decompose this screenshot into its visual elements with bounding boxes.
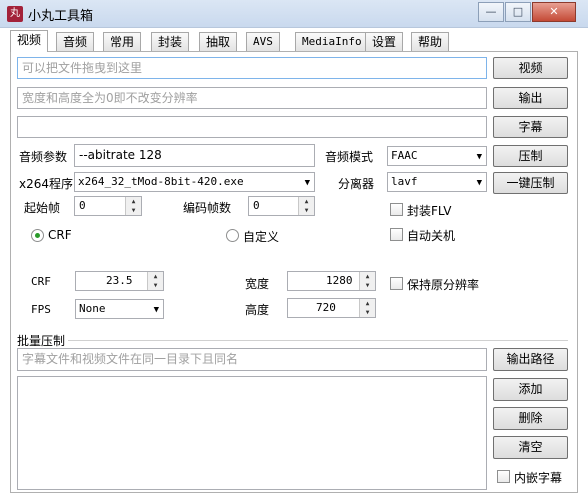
window-title: 小丸工具箱 — [28, 9, 94, 24]
batch-file-list[interactable] — [17, 376, 487, 490]
video-file-input[interactable]: 可以把文件拖曳到这里 — [17, 57, 487, 79]
output-file-input[interactable]: 宽度和高度全为0即不改变分辨率 — [17, 87, 487, 109]
video-button[interactable]: 视频 — [493, 57, 568, 79]
x264-program-value: x264_32_tMod-8bit-420.exe — [78, 175, 244, 188]
splitter-value: lavf — [391, 175, 418, 188]
close-button[interactable]: ✕ — [532, 2, 576, 22]
crf-stepper[interactable]: 23.5 ▲ ▼ — [75, 271, 164, 291]
embed-subtitle-checkbox[interactable] — [497, 470, 510, 483]
splitter-select[interactable]: lavf ▼ — [387, 172, 487, 192]
encode-frames-stepper[interactable]: 0 ▲ ▼ — [248, 196, 315, 216]
minimize-button[interactable]: — — [478, 2, 504, 22]
auto-shutdown-label: 自动关机 — [407, 229, 456, 243]
crf-radio-label: CRF — [48, 228, 72, 242]
custom-radio[interactable] — [226, 229, 239, 242]
delete-button[interactable]: 删除 — [493, 407, 568, 430]
subtitle-button[interactable]: 字幕 — [493, 116, 568, 138]
height-value: 720 — [316, 301, 336, 314]
output-path-button[interactable]: 输出路径 — [493, 348, 568, 371]
crf-label: CRF — [31, 275, 51, 288]
fps-select[interactable]: None ▼ — [75, 299, 164, 319]
tab-video[interactable]: 视频 — [10, 30, 49, 52]
app-logo-icon: 丸 — [7, 6, 23, 22]
audio-params-label: 音频参数 — [19, 150, 68, 164]
audio-mode-value: FAAC — [391, 149, 418, 162]
chevron-down-icon: ▼ — [153, 305, 159, 315]
tab-audio[interactable]: 音频 — [56, 32, 95, 51]
tab-common[interactable]: 常用 — [103, 32, 142, 51]
stepper-arrows-icon[interactable]: ▲ ▼ — [147, 272, 163, 290]
compress-button[interactable]: 压制 — [493, 145, 568, 167]
encode-frames-value: 0 — [253, 199, 260, 212]
stepper-arrows-icon[interactable]: ▲ ▼ — [359, 272, 375, 290]
mux-flv-checkbox[interactable] — [390, 203, 403, 216]
clear-button[interactable]: 清空 — [493, 436, 568, 459]
crf-value: 23.5 — [106, 274, 133, 287]
maximize-button[interactable]: □ — [505, 2, 531, 22]
stepper-arrows-icon[interactable]: ▲ ▼ — [359, 299, 375, 317]
audio-mode-label: 音频模式 — [325, 150, 374, 164]
start-frame-value: 0 — [79, 199, 86, 212]
tab-settings[interactable]: 设置 — [365, 32, 404, 51]
tab-mediainfo[interactable]: MediaInfo — [295, 32, 369, 51]
batch-group-label: 批量压制 — [17, 334, 66, 348]
tab-extract[interactable]: 抽取 — [199, 32, 238, 51]
width-label: 宽度 — [245, 277, 270, 291]
x264-program-label: x264程序 — [19, 177, 74, 191]
height-label: 高度 — [245, 303, 270, 317]
stepper-arrows-icon[interactable]: ▲ ▼ — [298, 197, 314, 215]
custom-radio-label: 自定义 — [243, 230, 280, 244]
embed-subtitle-label: 内嵌字幕 — [514, 471, 563, 485]
output-button[interactable]: 输出 — [493, 87, 568, 109]
keep-resolution-checkbox[interactable] — [390, 277, 403, 290]
crf-radio[interactable] — [31, 229, 44, 242]
audio-params-input[interactable]: --abitrate 128 — [74, 144, 315, 167]
fps-value: None — [79, 302, 106, 315]
start-frame-stepper[interactable]: 0 ▲ ▼ — [74, 196, 142, 216]
start-frame-label: 起始帧 — [24, 201, 61, 215]
batch-path-input[interactable]: 字幕文件和视频文件在同一目录下且同名 — [17, 348, 487, 371]
add-button[interactable]: 添加 — [493, 378, 568, 401]
stepper-arrows-icon[interactable]: ▲ ▼ — [125, 197, 141, 215]
encode-frames-label: 编码帧数 — [183, 201, 232, 215]
subtitle-file-input[interactable] — [17, 116, 487, 138]
chevron-down-icon: ▼ — [304, 178, 310, 188]
auto-shutdown-checkbox[interactable] — [390, 228, 403, 241]
splitter-label: 分离器 — [338, 177, 375, 191]
tab-mux[interactable]: 封装 — [151, 32, 190, 51]
chevron-down-icon: ▼ — [476, 178, 482, 188]
width-value: 1280 — [326, 274, 353, 287]
audio-mode-select[interactable]: FAAC ▼ — [387, 146, 487, 166]
one-click-compress-button[interactable]: 一键压制 — [493, 172, 568, 194]
height-stepper[interactable]: 720 ▲ ▼ — [287, 298, 376, 318]
group-divider — [68, 340, 568, 341]
mux-flv-label: 封装FLV — [407, 204, 452, 218]
tab-help[interactable]: 帮助 — [411, 32, 450, 51]
x264-program-select[interactable]: x264_32_tMod-8bit-420.exe ▼ — [74, 172, 315, 192]
width-stepper[interactable]: 1280 ▲ ▼ — [287, 271, 376, 291]
fps-label: FPS — [31, 303, 51, 316]
tab-avs[interactable]: AVS — [246, 32, 280, 51]
chevron-down-icon: ▼ — [476, 152, 482, 162]
keep-resolution-label: 保持原分辨率 — [407, 278, 480, 292]
